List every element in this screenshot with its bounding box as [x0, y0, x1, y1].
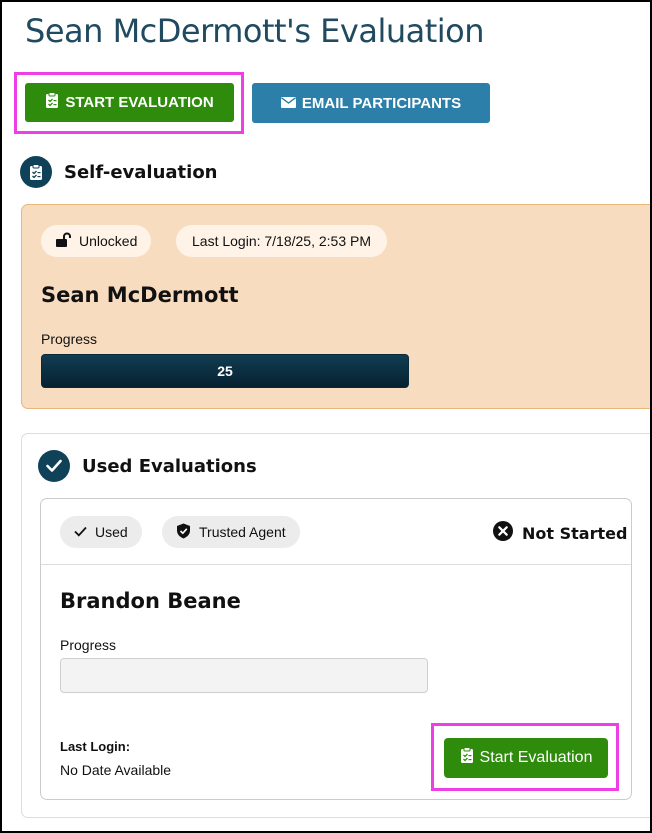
- last-login-value: No Date Available: [60, 762, 172, 778]
- start-evaluation-label: START EVALUATION: [65, 94, 214, 111]
- page-title: Sean McDermott's Evaluation: [25, 12, 485, 50]
- self-progress-value: 25: [217, 363, 233, 379]
- self-evaluation-title: Self-evaluation: [64, 161, 218, 183]
- used-tag: Used: [60, 516, 142, 548]
- self-progress-bar: 25: [41, 354, 409, 388]
- evaluator-progress-bar: [60, 658, 428, 693]
- last-login-text: Last Login: 7/18/25, 2:53 PM: [192, 233, 372, 249]
- clipboard-icon: [460, 747, 474, 769]
- clipboard-icon: [20, 156, 52, 188]
- evaluation-status: Not Started: [493, 521, 627, 545]
- card-start-evaluation-button[interactable]: Start Evaluation: [444, 738, 608, 778]
- envelope-icon: [280, 95, 296, 112]
- unlock-icon: [55, 232, 71, 251]
- email-participants-label: EMAIL PARTICIPANTS: [301, 94, 462, 112]
- check-icon: [74, 524, 87, 540]
- self-progress-label: Progress: [41, 331, 98, 347]
- x-circle-icon: [493, 521, 513, 545]
- trusted-agent-tag: Trusted Agent: [162, 516, 300, 548]
- shield-check-icon: [176, 523, 191, 542]
- self-evaluator-name: Sean McDermott: [41, 283, 239, 307]
- clipboard-icon: [45, 92, 59, 113]
- used-tag-text: Used: [95, 524, 128, 540]
- last-login-badge: Last Login: 7/18/25, 2:53 PM: [176, 225, 388, 257]
- used-evaluations-heading: Used Evaluations: [38, 450, 257, 482]
- card-start-evaluation-label: Start Evaluation: [479, 749, 593, 766]
- lock-status-badge: Unlocked: [41, 225, 152, 257]
- email-participants-button[interactable]: EMAIL PARTICIPANTS: [252, 83, 490, 123]
- self-evaluation-heading: Self-evaluation: [20, 156, 218, 188]
- lock-status-text: Unlocked: [79, 233, 138, 249]
- start-evaluation-button[interactable]: START EVALUATION: [25, 83, 234, 122]
- last-login-label: Last Login:: [60, 739, 131, 754]
- card-divider: [41, 564, 631, 565]
- evaluation-status-text: Not Started: [522, 523, 628, 543]
- check-circle-icon: [38, 450, 70, 482]
- evaluator-progress-label: Progress: [60, 637, 117, 653]
- evaluator-name: Brandon Beane: [60, 589, 241, 613]
- used-evaluations-title: Used Evaluations: [82, 455, 257, 477]
- trusted-agent-text: Trusted Agent: [199, 524, 286, 540]
